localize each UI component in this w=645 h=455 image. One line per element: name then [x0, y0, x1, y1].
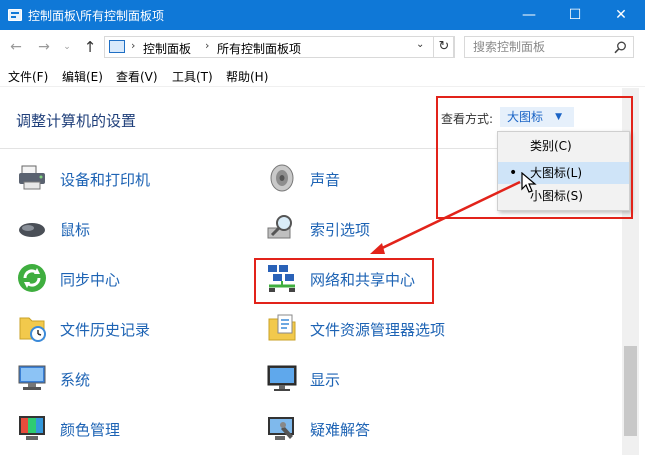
item-devices-printers[interactable]: 设备和打印机	[16, 158, 216, 198]
breadcrumb-separator[interactable]: ›	[131, 39, 135, 52]
system-icon	[16, 362, 48, 394]
troubleshooting-icon	[266, 412, 298, 444]
item-file-explorer-options[interactable]: 文件资源管理器选项	[266, 308, 486, 348]
item-label: 同步中心	[60, 271, 121, 289]
back-button[interactable]: ←	[6, 37, 26, 57]
index-magnifier-icon	[266, 212, 298, 244]
maximize-button[interactable]: ☐	[552, 0, 598, 30]
item-label: 疑难解答	[310, 421, 371, 439]
title-bar: 控制面板\所有控制面板项 — ☐ ✕	[0, 0, 645, 30]
printer-icon	[16, 162, 48, 194]
item-label: 声音	[310, 171, 341, 189]
speaker-icon	[266, 162, 298, 194]
annotation-box-network	[254, 258, 434, 304]
item-label: 文件历史记录	[60, 321, 151, 339]
close-button[interactable]: ✕	[598, 0, 644, 30]
file-history-icon	[16, 312, 48, 344]
mouse-cursor-icon	[521, 172, 537, 193]
item-label: 文件资源管理器选项	[310, 321, 446, 339]
item-label: 系统	[60, 371, 91, 389]
annotation-box-view-menu	[436, 96, 633, 219]
window-title: 控制面板\所有控制面板项	[28, 9, 165, 23]
chevron-down-icon[interactable]: ⌄	[416, 39, 424, 50]
control-panel-icon	[8, 9, 22, 21]
mouse-icon	[16, 212, 48, 244]
item-label: 显示	[310, 371, 341, 389]
item-mouse[interactable]: 鼠标	[16, 208, 216, 248]
menu-view[interactable]: 查看(V)	[116, 68, 158, 85]
sync-icon	[16, 262, 48, 294]
item-label: 鼠标	[60, 221, 91, 239]
scrollbar-thumb[interactable]	[624, 346, 637, 436]
item-system[interactable]: 系统	[16, 358, 216, 398]
menu-edit[interactable]: 编辑(E)	[62, 68, 103, 85]
refresh-button[interactable]: ↻	[433, 36, 455, 58]
item-label: 设备和打印机	[60, 171, 151, 189]
breadcrumb-all-items[interactable]: 所有控制面板项	[217, 40, 301, 57]
item-label: 索引选项	[310, 221, 371, 239]
breadcrumb-separator[interactable]: ›	[205, 39, 209, 52]
menu-tools[interactable]: 工具(T)	[172, 68, 213, 85]
search-icon[interactable]	[614, 37, 627, 61]
menu-bar: 文件(F) 编辑(E) 查看(V) 工具(T) 帮助(H)	[0, 63, 645, 87]
control-panel-icon	[109, 40, 125, 53]
minimize-button[interactable]: —	[506, 0, 552, 30]
item-file-history[interactable]: 文件历史记录	[16, 308, 216, 348]
item-display[interactable]: 显示	[266, 358, 466, 398]
menu-file[interactable]: 文件(F)	[8, 68, 48, 85]
item-troubleshooting[interactable]: 疑难解答	[266, 408, 466, 448]
breadcrumb-control-panel[interactable]: 控制面板	[143, 40, 191, 57]
search-input[interactable]: 搜索控制面板	[464, 36, 634, 58]
address-bar[interactable]: › 控制面板 › 所有控制面板项 ⌄	[104, 36, 454, 58]
item-label: 颜色管理	[60, 421, 121, 439]
folder-options-icon	[266, 312, 298, 344]
color-management-icon	[16, 412, 48, 444]
address-toolbar: ← → ⌄ ↑ › 控制面板 › 所有控制面板项 ⌄ ↻ 搜索控制面板	[0, 30, 645, 63]
item-sync-center[interactable]: 同步中心	[16, 258, 216, 298]
page-title: 调整计算机的设置	[16, 112, 137, 130]
search-placeholder: 搜索控制面板	[473, 40, 546, 54]
up-button[interactable]: ↑	[80, 37, 100, 57]
forward-button[interactable]: →	[34, 37, 54, 57]
recent-locations-button[interactable]: ⌄	[60, 37, 74, 57]
menu-help[interactable]: 帮助(H)	[226, 68, 268, 85]
display-icon	[266, 362, 298, 394]
item-color-management[interactable]: 颜色管理	[16, 408, 216, 448]
